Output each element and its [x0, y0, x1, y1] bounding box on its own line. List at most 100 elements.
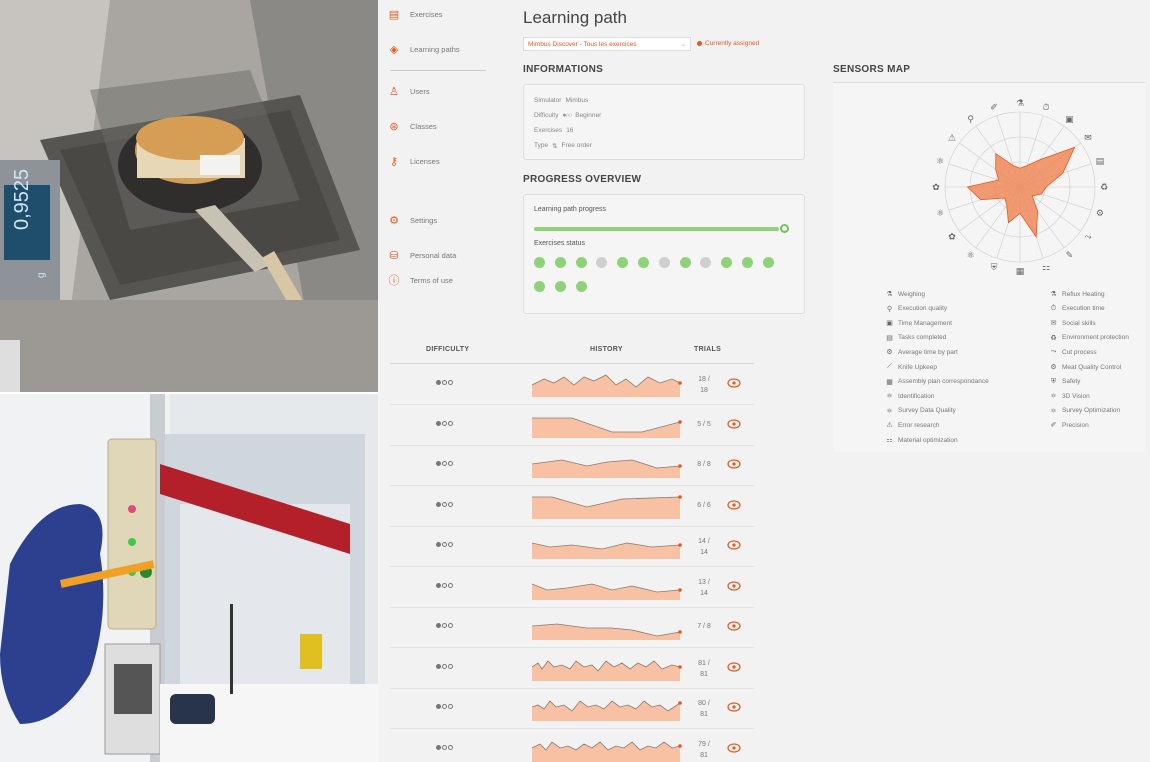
eye-icon[interactable] — [727, 418, 741, 429]
legend-icon: ⚙ — [1050, 364, 1057, 371]
exercise-status-dot[interactable] — [700, 257, 712, 268]
sidebar-item-classes[interactable]: ⊛ Classes — [388, 120, 436, 133]
trials-line-1: 14 / — [698, 538, 710, 545]
sidebar-item-personal-data[interactable]: ⛁ Personal data — [388, 249, 456, 262]
trials-count: 5 / 5 — [690, 419, 718, 430]
sparkline-last-point — [678, 543, 682, 547]
trials-line-1: 80 / — [698, 700, 710, 707]
table-row: 8 / 8 — [390, 446, 754, 486]
exercise-status-dot[interactable] — [596, 257, 608, 268]
sidebar-item-label: Settings — [410, 215, 438, 225]
sparkline-last-point — [678, 587, 682, 592]
informations-card: Simulator Mimbus Difficulty ●○○ Beginner… — [523, 84, 805, 160]
trials-line-1: 18 / — [698, 376, 710, 383]
sparkline-last-point — [678, 743, 682, 748]
legend-label: Error research — [898, 421, 940, 429]
eye-icon[interactable] — [727, 378, 741, 388]
difficulty-dots-icon — [436, 582, 453, 588]
radar-axis-icon: ⚛ — [936, 209, 944, 219]
legend-item: ⚛ Survey Data Quality — [885, 407, 955, 415]
exercise-status-dot[interactable] — [554, 281, 566, 292]
eye-icon[interactable] — [727, 499, 741, 510]
legend-label: Execution time — [1062, 305, 1105, 313]
legend-label: Cut process — [1062, 348, 1097, 356]
info-row-difficulty: Difficulty ●○○ Beginner — [534, 112, 601, 119]
legend-icon: ⚛ — [886, 393, 893, 401]
sparkline-last-point — [678, 381, 682, 385]
sidebar-item-licenses[interactable]: ⚷ Licenses — [388, 155, 440, 168]
history-sparkline — [532, 374, 682, 397]
legend-item: ⏱ Execution time — [1049, 305, 1105, 313]
progress-complete-icon — [780, 224, 789, 233]
legend-icon: ✉ — [1050, 320, 1057, 328]
radar-axis-icon: ✿ — [932, 183, 940, 193]
legend-icon: ⚛ — [1050, 407, 1057, 415]
radar-axis-icon: ✉ — [1084, 134, 1092, 144]
exercise-status-dot[interactable] — [638, 257, 649, 268]
sparkline-area — [532, 460, 680, 478]
column-header-difficulty: DIFFICULTY — [426, 346, 470, 353]
legend-icon: ♻ — [1050, 334, 1057, 342]
database-icon: ⛁ — [389, 249, 399, 262]
sidebar-item-terms-of-use[interactable]: ⓘ Terms of use — [388, 274, 453, 287]
eye-icon[interactable] — [727, 621, 741, 631]
exercise-status-dot[interactable] — [617, 257, 629, 268]
legend-item: ⚗ Weighing — [885, 290, 925, 299]
exercise-status-dot[interactable] — [721, 257, 733, 268]
sidebar-item-settings[interactable]: ⚙ Settings — [388, 214, 438, 227]
exercise-status-dot[interactable] — [658, 257, 670, 268]
legend-icon: ⤳ — [1050, 348, 1057, 356]
eye-icon[interactable] — [727, 580, 741, 591]
legend-icon: ▣ — [886, 320, 893, 328]
info-value: 16 — [566, 127, 574, 134]
history-sparkline — [532, 494, 682, 519]
exercise-status-dot[interactable] — [679, 257, 691, 268]
eye-icon[interactable] — [727, 702, 741, 712]
exercise-status-dot[interactable] — [575, 257, 587, 268]
exercise-status-dot[interactable] — [575, 281, 587, 292]
exercise-status-dot[interactable] — [534, 281, 545, 292]
info-key: Type — [534, 142, 549, 149]
legend-icon: ⚗ — [1050, 291, 1057, 298]
history-sparkline — [532, 623, 682, 640]
table-row: 18 / 18 — [390, 365, 754, 405]
trials-count: 18 / 18 — [690, 374, 718, 396]
eye-icon[interactable] — [727, 742, 741, 753]
exercise-status-dot[interactable] — [762, 257, 774, 268]
sidebar-item-exercises[interactable]: ▤ Exercises — [388, 8, 443, 21]
trials-line-1: 13 / — [698, 578, 710, 586]
trials-count: 14 / 14 — [690, 536, 718, 558]
eye-icon[interactable] — [727, 459, 741, 469]
eye-icon[interactable] — [727, 661, 741, 672]
exercise-status-dot[interactable] — [742, 257, 753, 268]
table-row: 14 / 14 — [390, 527, 754, 567]
column-header-trials: TRIALS — [694, 346, 722, 353]
trials-line-1: 8 / 8 — [697, 461, 711, 468]
history-sparkline — [532, 740, 682, 762]
trials-count: 7 / 8 — [690, 621, 718, 632]
main-content: Learning path Mimbus Discover - Tous les… — [523, 0, 813, 330]
learning-path-select[interactable]: Mimbus Discover - Tous les exercices ⌄ — [523, 37, 691, 51]
header-divider — [390, 363, 754, 364]
legend-icon: ▤ — [886, 334, 893, 342]
info-value: Beginner — [575, 112, 602, 119]
legend-icon: ✐ — [1050, 422, 1057, 430]
assigned-label: Currently assigned — [705, 40, 760, 47]
exercise-status-dot[interactable] — [534, 257, 545, 268]
sidebar-item-learning-paths[interactable]: ◈ Learning paths — [388, 43, 460, 56]
legend-item: ⛨ Safety — [1049, 378, 1081, 386]
legend-label: Survey Optimization — [1062, 407, 1121, 415]
sidebar-item-users[interactable]: ♙ Users — [388, 85, 430, 98]
radar-axis-icon: ♻ — [1100, 183, 1108, 193]
legend-item: ▤ Tasks completed — [885, 334, 946, 342]
info-key: Exercises — [534, 127, 563, 134]
exercise-status-dot[interactable] — [554, 257, 566, 268]
legend-item: ⚙ Meat Quality Control — [1049, 363, 1121, 372]
legend-item: ▣ Time Management — [885, 319, 952, 328]
eye-icon[interactable] — [727, 540, 741, 550]
difficulty-dots-icon — [436, 623, 453, 628]
trials-count: 80 / 81 — [690, 698, 718, 720]
legend-item: ▦ Assembly plan correspondance — [885, 378, 989, 386]
sidebar: ▤ Exercises ◈ Learning paths ♙ Users ⊛ C… — [380, 0, 490, 300]
trials-line-1: 6 / 6 — [697, 501, 711, 509]
